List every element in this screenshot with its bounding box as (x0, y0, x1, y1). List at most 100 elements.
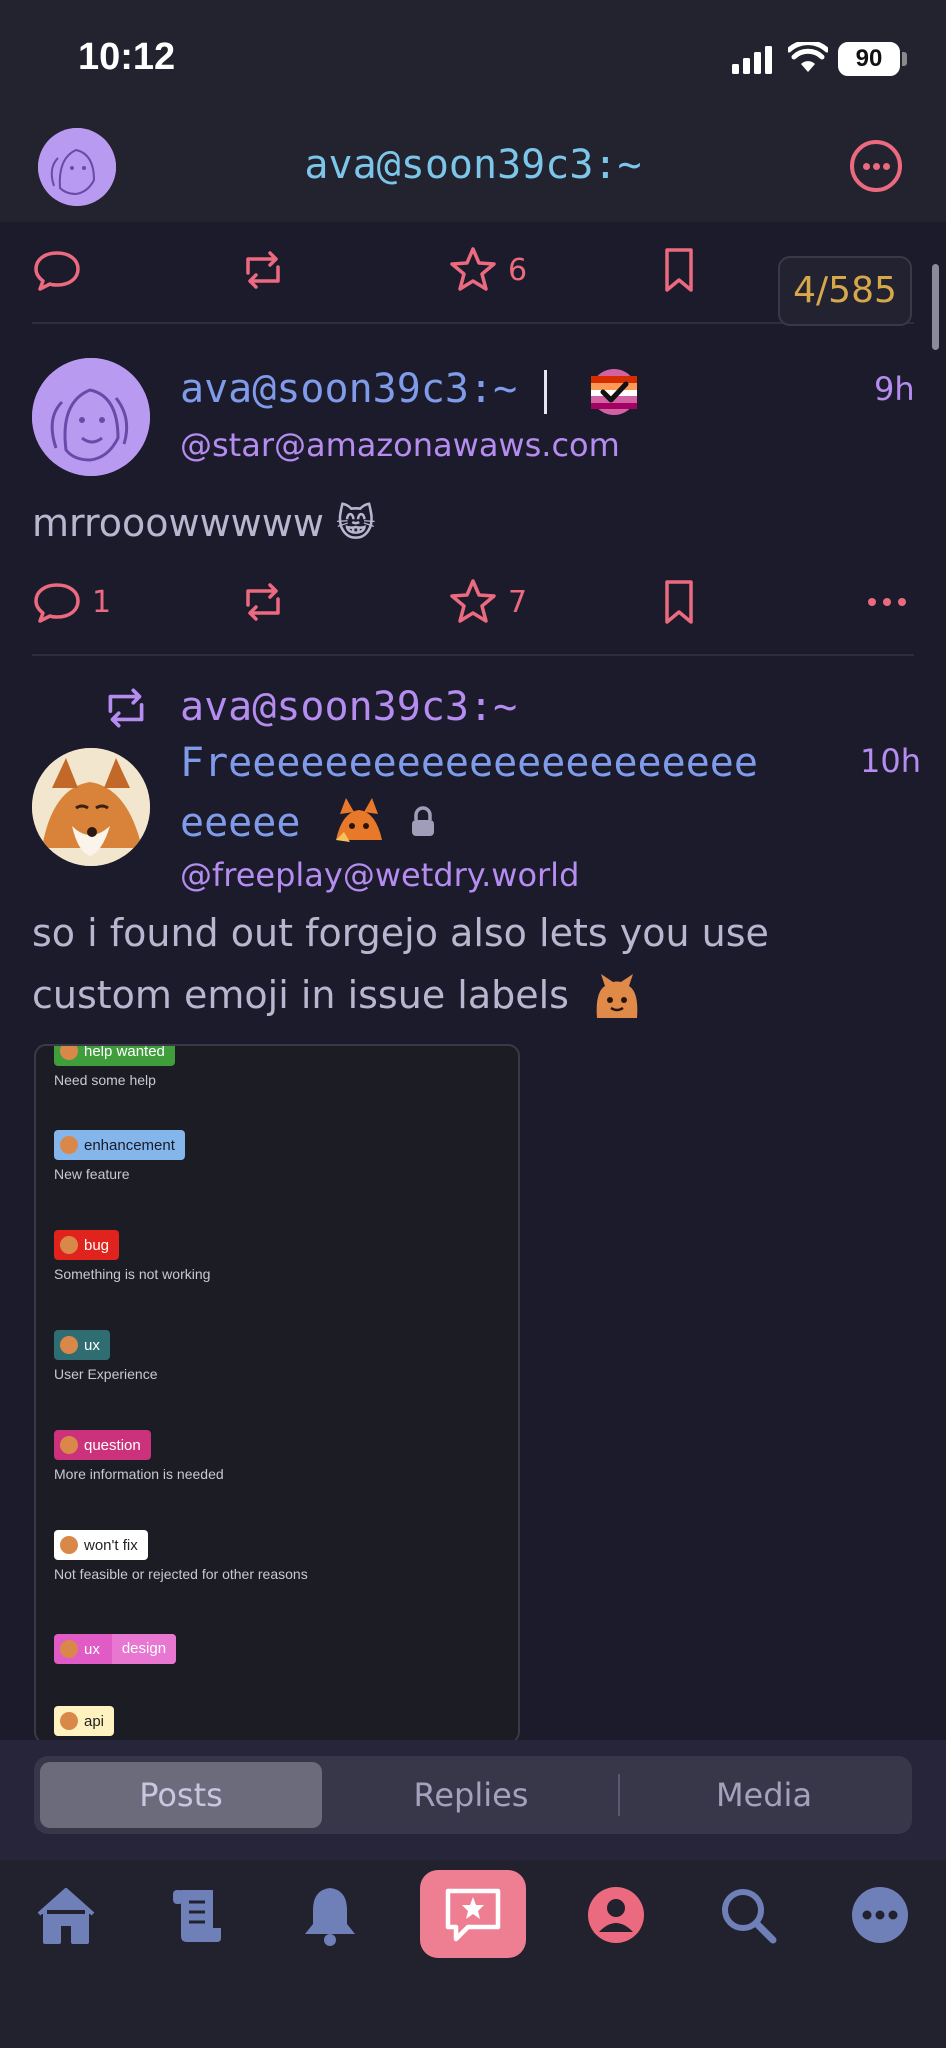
more-options-button[interactable] (850, 140, 902, 192)
label-name: bug (84, 1236, 110, 1254)
label-pill: won't fix (54, 1530, 148, 1560)
label-item: bug Something is not working (54, 1230, 210, 1282)
status-time: 10:12 (78, 36, 176, 78)
bottom-navigation (0, 1860, 946, 2048)
cat-emoji-icon (60, 1136, 78, 1154)
post-time: 10h (860, 742, 921, 780)
label-item: help wanted Need some help (54, 1044, 175, 1088)
label-description: Not feasible or rejected for other reaso… (54, 1566, 308, 1582)
bookmark-icon (665, 248, 693, 292)
label-pill: help wanted (54, 1044, 175, 1066)
post-author-name[interactable]: Freeeeeeeeeeeeeeeeeeeeee (180, 740, 758, 786)
nav-local-timeline[interactable] (144, 1870, 252, 1960)
label-name: ux (84, 1640, 100, 1658)
boost-button[interactable] (238, 572, 288, 632)
nav-search[interactable] (694, 1870, 802, 1960)
dot-icon (863, 163, 870, 170)
cat-emoji-icon (60, 1712, 78, 1730)
segmented-control: Posts Replies Media (34, 1756, 912, 1834)
cat-emoji-icon (60, 1046, 78, 1060)
favorite-button[interactable]: 6 (448, 240, 527, 300)
reply-button[interactable]: 1 (32, 572, 111, 632)
post-author-name[interactable]: ava@soon39c3:~ (180, 366, 517, 412)
tab-posts[interactable]: Posts (40, 1762, 322, 1828)
compose-button[interactable] (420, 1870, 526, 1958)
timeline-tabs-bar: Posts Replies Media (0, 1740, 946, 1860)
label-item: enhancement New feature (54, 1130, 185, 1182)
compose-star-icon (445, 1888, 501, 1942)
header-avatar[interactable] (38, 128, 116, 206)
bookmark-button[interactable] (654, 240, 704, 300)
label-name: help wanted (84, 1044, 165, 1060)
label-description: New feature (54, 1166, 130, 1182)
label-pill: ux design (54, 1634, 177, 1664)
label-item: ux User Experience (54, 1330, 158, 1382)
post-position-counter: 4/585 (778, 256, 912, 326)
tab-media[interactable]: Media (622, 1762, 906, 1828)
cat-emoji-icon (60, 1236, 78, 1254)
boosted-by-name[interactable]: ava@soon39c3:~ (180, 684, 517, 730)
tab-replies[interactable]: Replies (326, 1762, 616, 1828)
cellular-signal-icon (732, 46, 772, 74)
post-author-name-continued[interactable]: eeeee (180, 800, 300, 846)
label-name: enhancement (84, 1136, 175, 1154)
ellipsis-icon (868, 598, 906, 606)
star-icon (450, 247, 496, 291)
scroll-icon (173, 1890, 221, 1942)
tab-separator (618, 1774, 620, 1816)
boost-button[interactable] (238, 240, 288, 300)
status-bar: 10:12 90 (0, 0, 946, 120)
post-author-avatar[interactable] (32, 358, 150, 476)
favorite-count: 6 (508, 252, 528, 288)
bookmark-button[interactable] (654, 572, 704, 632)
favorite-button[interactable]: 7 (448, 572, 527, 632)
label-pill: bug (54, 1230, 120, 1260)
label-item: api (54, 1706, 115, 1736)
post-image-attachment[interactable]: help wanted Need some help enhancement N… (34, 1044, 520, 1744)
boost-icon (246, 583, 280, 621)
nav-profile[interactable] (562, 1870, 670, 1960)
label-item: won't fix Not feasible or rejected for o… (54, 1530, 308, 1582)
label-name: question (84, 1436, 141, 1454)
nav-more[interactable] (826, 1870, 934, 1960)
label-pill: enhancement (54, 1130, 185, 1160)
post-author-handle[interactable]: @freeplay@wetdry.world (180, 856, 579, 894)
nav-home[interactable] (12, 1870, 120, 1960)
post-text: so i found out forgejo also lets you use… (32, 902, 912, 1026)
post-more-button[interactable] (862, 572, 912, 632)
cat-emoji-icon (60, 1336, 78, 1354)
post-text-content: so i found out forgejo also lets you use… (32, 911, 769, 1017)
label-pill: api (54, 1706, 115, 1736)
dot-icon (883, 163, 890, 170)
post-time: 9h (874, 370, 915, 408)
boost-icon (246, 251, 280, 289)
divider (32, 654, 914, 656)
label-pill: ux (54, 1330, 110, 1360)
label-description: Need some help (54, 1072, 156, 1088)
scrollbar[interactable] (932, 264, 939, 350)
label-name: ux (84, 1336, 100, 1354)
fox-emoji-icon (336, 798, 382, 842)
bell-icon (305, 1888, 355, 1946)
search-icon (722, 1889, 777, 1944)
label-pill: question (54, 1430, 151, 1460)
profile-icon (588, 1887, 644, 1943)
nav-notifications[interactable] (276, 1870, 384, 1960)
label-description: User Experience (54, 1366, 158, 1382)
post-author-avatar[interactable] (32, 748, 150, 866)
reply-icon (34, 251, 80, 291)
cat-emoji-icon (60, 1640, 78, 1658)
post-author-handle[interactable]: @star@amazonawaws.com (180, 426, 620, 464)
post-actions: 1 7 (0, 572, 946, 632)
label-item: ux design (54, 1634, 177, 1664)
reply-icon (34, 583, 80, 623)
wifi-icon (788, 42, 828, 72)
label-description: Something is not working (54, 1266, 211, 1282)
reply-button[interactable] (32, 240, 82, 300)
battery-nub (902, 52, 907, 66)
star-icon (450, 579, 496, 623)
label-description: More information is needed (54, 1466, 224, 1482)
label-item: question More information is needed (54, 1430, 224, 1482)
reply-count: 1 (92, 584, 112, 620)
text-cursor (544, 370, 547, 414)
